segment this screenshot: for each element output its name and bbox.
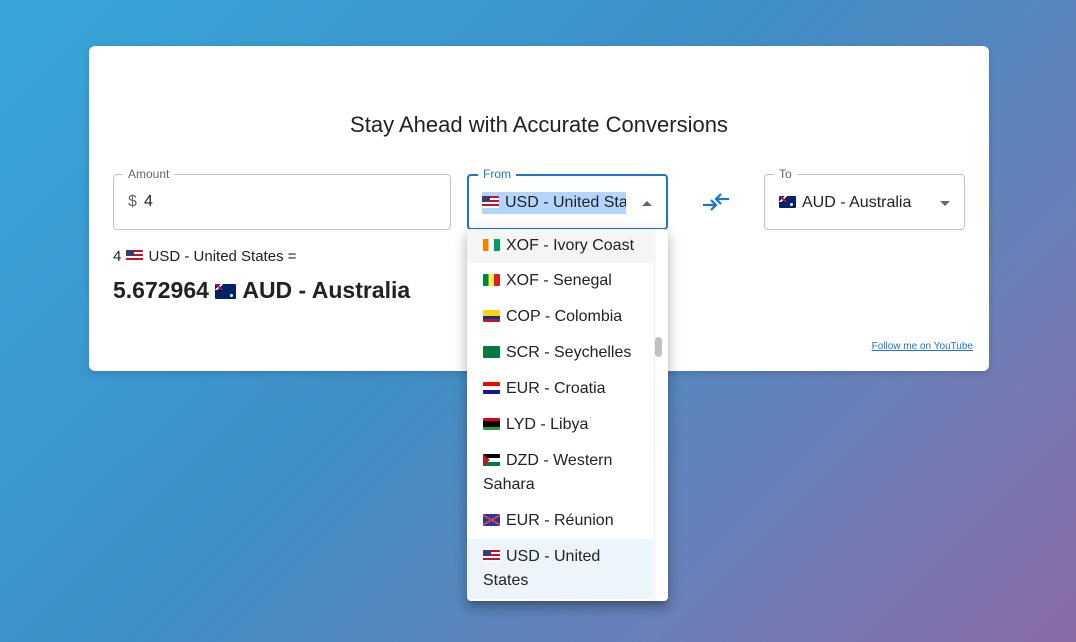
us-flag-icon: [125, 250, 143, 262]
option-label: XOF - Ivory Coast: [506, 237, 635, 254]
option-label: EUR - Croatia: [506, 380, 606, 397]
to-selected-value[interactable]: AUD - Australia: [779, 192, 911, 214]
option-label: LYD - Libya: [506, 416, 589, 433]
youtube-link[interactable]: Follow me on YouTube: [872, 341, 973, 352]
scrollbar-track[interactable]: [654, 229, 668, 601]
ly-flag-icon: [483, 418, 500, 430]
option-label: COP - Colombia: [506, 308, 623, 325]
dropdown-list: XOF - Ivory Coast XOF - Senegal COP - Co…: [467, 229, 653, 599]
from-selected-value[interactable]: USD - United States: [482, 192, 626, 214]
chevron-up-icon[interactable]: [642, 201, 652, 206]
to-select[interactable]: To AUD - Australia: [764, 167, 965, 230]
dropdown-option[interactable]: XOF - Senegal: [467, 263, 653, 299]
amount-field[interactable]: Amount $: [113, 167, 451, 230]
dropdown-option[interactable]: LYD - Libya: [467, 407, 653, 443]
dropdown-option[interactable]: EUR - Réunion: [467, 503, 653, 539]
result-amount: 4: [113, 248, 122, 265]
dollar-prefix: $: [128, 193, 137, 210]
from-select[interactable]: From USD - United States: [467, 167, 668, 230]
result-summary: 4 USD - United States =: [113, 248, 297, 265]
result-from-text: USD - United States =: [148, 248, 297, 265]
au-flag-icon: [779, 196, 796, 208]
option-label: XOF - Senegal: [506, 272, 612, 289]
to-label: To: [774, 167, 797, 181]
us-flag-icon: [483, 550, 500, 562]
sc-flag-icon: [483, 346, 500, 358]
dropdown-option[interactable]: DZD - Western Sahara: [467, 443, 653, 503]
eh-flag-icon: [483, 454, 500, 466]
option-label: EUR - Réunion: [506, 512, 614, 529]
dropdown-option[interactable]: COP - Colombia: [467, 299, 653, 335]
re-flag-icon: [483, 514, 500, 526]
from-dropdown-menu[interactable]: XOF - Ivory Coast XOF - Senegal COP - Co…: [467, 229, 668, 601]
option-label: USD - United States: [483, 548, 601, 589]
option-label: DZD - Western Sahara: [483, 452, 613, 493]
converted-result: 5.672964 AUD - Australia: [113, 277, 410, 304]
from-value-text: USD - United States: [505, 194, 626, 211]
dropdown-option-selected[interactable]: USD - United States: [467, 539, 653, 599]
result-to-text: AUD - Australia: [242, 277, 411, 303]
scrollbar-thumb[interactable]: [655, 337, 662, 357]
converted-value: 5.672964: [113, 277, 209, 303]
option-label: SCR - Seychelles: [506, 344, 632, 361]
to-value-text: AUD - Australia: [802, 194, 912, 211]
swap-arrows-icon[interactable]: [701, 190, 731, 214]
chevron-down-icon[interactable]: [940, 201, 950, 206]
amount-input[interactable]: [144, 189, 424, 215]
sn-flag-icon: [483, 274, 500, 286]
co-flag-icon: [483, 310, 500, 322]
from-label: From: [478, 167, 516, 181]
dropdown-option[interactable]: XOF - Ivory Coast: [467, 229, 653, 263]
us-flag-icon: [482, 196, 499, 208]
dropdown-option[interactable]: SCR - Seychelles: [467, 335, 653, 371]
page-title: Stay Ahead with Accurate Conversions: [350, 112, 728, 137]
dropdown-option[interactable]: EUR - Croatia: [467, 371, 653, 407]
amount-label: Amount: [123, 167, 175, 181]
au-flag-icon: [215, 284, 237, 299]
ci-flag-icon: [483, 239, 500, 251]
hr-flag-icon: [483, 382, 500, 394]
